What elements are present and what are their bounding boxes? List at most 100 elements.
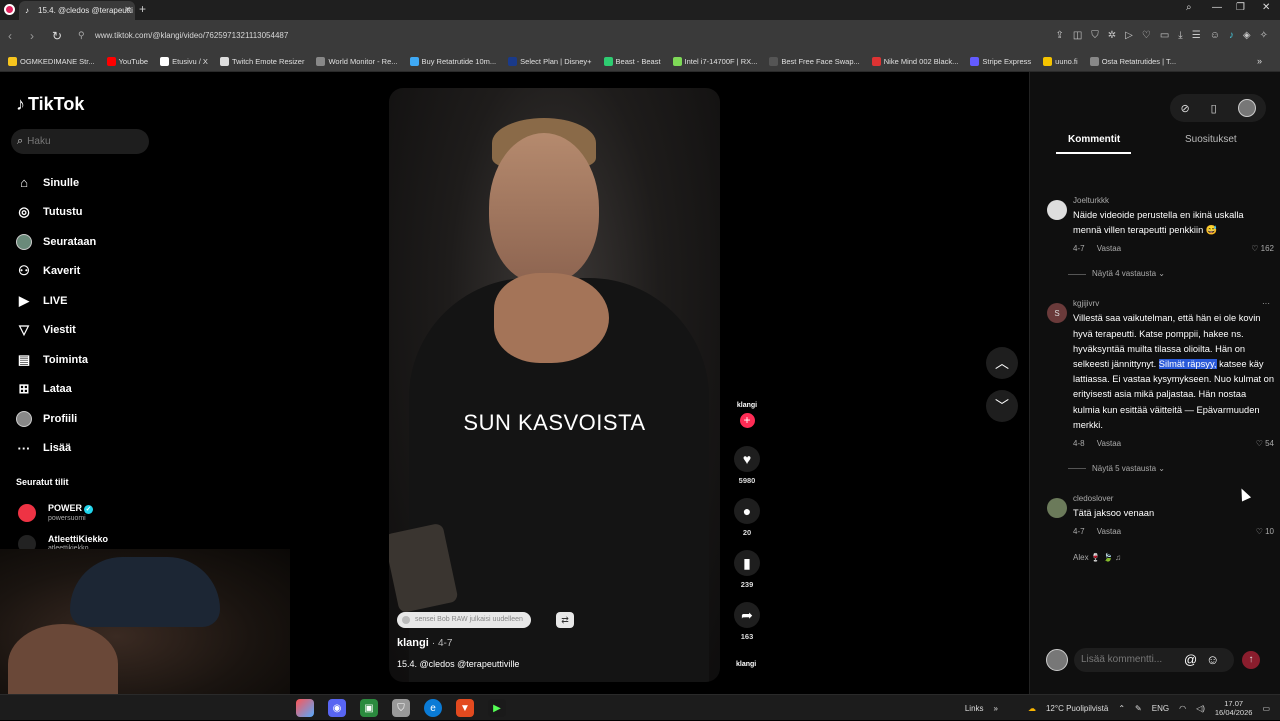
followed-account[interactable]: POWER ✓ powersuomi bbox=[18, 497, 178, 528]
sidebar-item-lis-[interactable]: ··· Lisää bbox=[16, 434, 196, 464]
previous-video-button[interactable]: ︿ bbox=[986, 347, 1018, 379]
favorite-icon[interactable]: ♡ bbox=[1142, 30, 1151, 41]
tab-recommended[interactable]: Suositukset bbox=[1185, 134, 1237, 145]
notification-icon[interactable]: ▭ bbox=[1262, 704, 1270, 713]
video-author[interactable]: klangi · 4-7 bbox=[397, 637, 452, 649]
bookmark-item[interactable]: uuno.fi bbox=[1043, 57, 1078, 66]
sidebar-item-profiili[interactable]: Profiili bbox=[16, 404, 196, 434]
video-player[interactable]: SUN KASVOISTA sensei Bob RAW julkaisi uu… bbox=[389, 88, 720, 682]
browser-tab-active[interactable]: ♪ 15.4. @cledos @terapeutti ✕ bbox=[19, 1, 135, 20]
forward-button[interactable]: › bbox=[30, 29, 34, 43]
tiktok-logo[interactable]: ♪ TikTok bbox=[16, 94, 84, 115]
new-tab-button[interactable]: + bbox=[139, 2, 146, 16]
coin-icon[interactable]: ⊘ bbox=[1180, 102, 1189, 115]
avatar[interactable] bbox=[1237, 99, 1256, 117]
extension-icon[interactable]: ✲ bbox=[1108, 30, 1116, 41]
bookmark-item[interactable]: Buy Retatrutide 10m... bbox=[409, 57, 496, 66]
download-icon[interactable]: ⤓ bbox=[1178, 30, 1182, 41]
terminal-icon[interactable]: ▶ bbox=[488, 699, 506, 717]
pen-icon[interactable]: ✎ bbox=[1135, 704, 1142, 713]
repost-pill[interactable]: sensei Bob RAW julkaisi uudelleen bbox=[397, 612, 531, 628]
next-video-button[interactable]: ﹀ bbox=[986, 390, 1018, 422]
comment-username[interactable]: kgjijivrv bbox=[1073, 297, 1274, 311]
commenter-avatar[interactable] bbox=[1047, 200, 1067, 220]
bookmark-item[interactable]: Intel i7-14700F | RX... bbox=[672, 57, 757, 66]
emoji-icon[interactable]: ☺ bbox=[1206, 652, 1219, 667]
sidebar-item-sinulle[interactable]: ⌂ Sinulle bbox=[16, 168, 196, 198]
bookmark-item[interactable]: Select Plan | Disney+ bbox=[508, 57, 592, 66]
device-icon[interactable]: ▯ bbox=[1211, 102, 1217, 115]
language-indicator[interactable]: ENG bbox=[1152, 704, 1169, 713]
brave-icon[interactable]: ▼ bbox=[456, 699, 474, 717]
cube-icon[interactable]: ◈ bbox=[1243, 30, 1251, 41]
reply-button[interactable]: Vastaa bbox=[1097, 527, 1121, 536]
bookmark-item[interactable]: OGMKEDIMANE Str... bbox=[8, 57, 95, 66]
search-input[interactable]: ⌕ Haku bbox=[11, 129, 149, 154]
comment-like-button[interactable]: ♡ 162 bbox=[1251, 244, 1274, 253]
discord-icon[interactable]: ◉ bbox=[328, 699, 346, 717]
comment-like-button[interactable]: ♡ 54 bbox=[1256, 439, 1274, 448]
tray-expand-icon[interactable]: ⌃ bbox=[1118, 704, 1125, 713]
back-button[interactable]: ‹ bbox=[8, 29, 12, 43]
wifi-icon[interactable]: ◠ bbox=[1179, 704, 1186, 713]
view-replies-button[interactable]: Näytä 5 vastausta ⌄ bbox=[1044, 464, 1274, 473]
sidebar-item-lataa[interactable]: ⊞ Lataa bbox=[16, 375, 196, 405]
follow-plus-button[interactable]: + bbox=[739, 413, 755, 428]
site-info-icon[interactable]: ⚲ bbox=[78, 30, 85, 41]
sidebar-item-tutustu[interactable]: ◎ Tutustu bbox=[16, 198, 196, 228]
bookmark-item[interactable]: Twitch Emote Resizer bbox=[219, 57, 304, 66]
save-button[interactable]: ▮ bbox=[734, 550, 760, 576]
commenter-avatar[interactable] bbox=[1047, 498, 1067, 519]
ai-icon[interactable]: ✧ bbox=[1260, 30, 1268, 41]
bookmark-item[interactable]: YouTube bbox=[106, 57, 148, 66]
bookmark-item[interactable]: Stripe Express bbox=[970, 57, 1031, 66]
sidebar-item-kaverit[interactable]: ⚇ Kaverit bbox=[16, 257, 196, 287]
tiktok-extension-icon[interactable]: ♪ bbox=[1229, 30, 1234, 41]
creator-name[interactable]: klangi bbox=[727, 402, 767, 409]
bookmark-item[interactable]: Beast - Beast bbox=[603, 57, 661, 66]
reply-button[interactable]: Vastaa bbox=[1097, 244, 1121, 253]
links-toolbar[interactable]: Links bbox=[965, 704, 984, 713]
share-button[interactable]: ➦ bbox=[734, 602, 760, 628]
clock[interactable]: 17.07 16/04/2026 bbox=[1215, 699, 1253, 717]
comment-like-button[interactable]: ♡ 10 bbox=[1256, 527, 1274, 536]
bookmark-item[interactable]: Etusivu / X bbox=[160, 57, 208, 66]
reply-button[interactable]: Vastaa bbox=[1097, 439, 1121, 448]
like-button[interactable]: ♥ bbox=[734, 446, 760, 472]
comment-options-icon[interactable]: ··· bbox=[1262, 299, 1270, 308]
list-icon[interactable]: ☰ bbox=[1192, 30, 1201, 41]
app-icon[interactable]: ▣ bbox=[360, 699, 378, 717]
close-tab-icon[interactable]: ✕ bbox=[124, 5, 131, 14]
bookmark-item[interactable]: Best Free Face Swap... bbox=[769, 57, 860, 66]
camera-icon[interactable]: ◫ bbox=[1073, 30, 1082, 41]
repost-icon[interactable]: ⇄ bbox=[556, 612, 574, 628]
profile-icon[interactable]: ☺ bbox=[1210, 30, 1220, 41]
search-tabs-icon[interactable]: ⌕ bbox=[1186, 2, 1192, 13]
bookmark-item[interactable]: Nike Mind 002 Black... bbox=[871, 57, 958, 66]
minimize-button[interactable]: — bbox=[1212, 2, 1222, 13]
mention-icon[interactable]: @ bbox=[1184, 652, 1197, 667]
sidebar-item-viestit[interactable]: ▽ Viestit bbox=[16, 316, 196, 346]
send-comment-button[interactable]: ↑ bbox=[1242, 651, 1260, 669]
bookmarks-overflow-icon[interactable]: » bbox=[1257, 56, 1262, 66]
weather-text[interactable]: 12°C Puolipilvistä bbox=[1046, 704, 1108, 713]
url-field[interactable]: www.tiktok.com/@klangi/video/76259713211… bbox=[95, 31, 288, 40]
sidebar-item-toiminta[interactable]: ▤ Toiminta bbox=[16, 345, 196, 375]
chevron-icon[interactable]: » bbox=[994, 704, 998, 713]
volume-icon[interactable]: ◁) bbox=[1196, 704, 1205, 713]
sidebar-item-live[interactable]: ▶ LIVE bbox=[16, 286, 196, 316]
reload-button[interactable]: ↻ bbox=[52, 29, 62, 43]
sound-label[interactable]: klangi bbox=[736, 661, 756, 668]
bookmark-item[interactable]: Osta Retatrutides | T... bbox=[1089, 57, 1176, 66]
maximize-button[interactable]: ❐ bbox=[1236, 2, 1245, 13]
wallet-icon[interactable]: ▭ bbox=[1160, 30, 1169, 41]
comment-button[interactable]: ● bbox=[734, 498, 760, 524]
close-window-button[interactable]: ✕ bbox=[1262, 2, 1270, 13]
view-replies-button[interactable]: Näytä 4 vastausta ⌄ bbox=[1044, 269, 1274, 278]
commenter-avatar[interactable]: S bbox=[1047, 303, 1067, 324]
comment-username[interactable]: Alex 🍷 🍃 ♫ bbox=[1044, 553, 1274, 562]
bookmark-item[interactable]: World Monitor - Re... bbox=[316, 57, 398, 66]
shield-icon[interactable]: ⛉ bbox=[1091, 30, 1099, 41]
comment-username[interactable]: Joelturkkk bbox=[1073, 194, 1274, 208]
play-icon[interactable]: ▷ bbox=[1125, 30, 1133, 41]
